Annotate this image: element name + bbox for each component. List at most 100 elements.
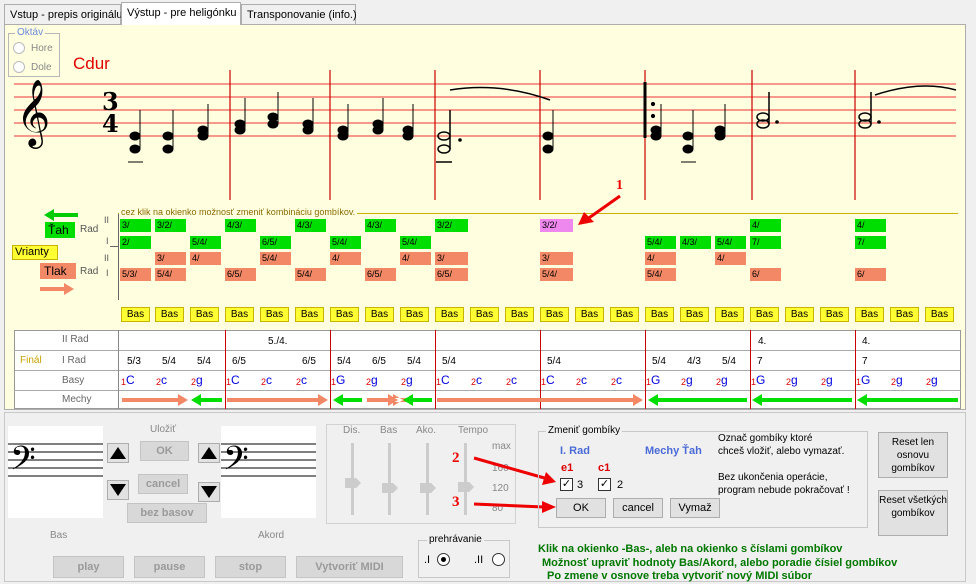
button-cell[interactable]: 4/ <box>645 252 676 265</box>
bas-button[interactable]: Bas <box>680 307 709 322</box>
bas-slider[interactable] <box>388 443 391 515</box>
reset-basic-button[interactable]: Reset len osnovu gombíkov <box>878 432 948 478</box>
bas-button[interactable]: Bas <box>365 307 394 322</box>
arrow-up-icon <box>110 447 126 459</box>
bas-button[interactable]: Bas <box>295 307 324 322</box>
button-cell[interactable]: 6/ <box>855 268 886 281</box>
zmenit-cancel-button[interactable]: cancel <box>613 498 663 518</box>
bas-button[interactable]: Bas <box>715 307 744 322</box>
akord-slider[interactable] <box>426 443 429 515</box>
button-cell[interactable]: 2/ <box>120 236 151 249</box>
button-cell[interactable]: 4/ <box>715 252 746 265</box>
bas-button[interactable]: Bas <box>540 307 569 322</box>
button-cell[interactable]: 3/ <box>120 219 151 232</box>
checkbox-3[interactable]: ✓ <box>560 478 573 491</box>
button-cell[interactable]: 7/ <box>750 236 781 249</box>
zmenit-ok-button[interactable]: OK <box>556 498 606 518</box>
bas-button[interactable]: Bas <box>190 307 219 322</box>
bas-button[interactable]: Bas <box>155 307 184 322</box>
button-cell[interactable]: 5/4/ <box>540 268 573 281</box>
tab-vstup[interactable]: Vstup - prepis originálu <box>4 4 123 24</box>
octave-title: Oktáv <box>15 27 46 38</box>
tah-label: Ťah <box>45 222 75 238</box>
bas-up-button[interactable] <box>107 443 129 463</box>
button-cell[interactable]: 3/ <box>155 252 186 265</box>
stop-button[interactable]: stop <box>215 556 286 578</box>
bas-button[interactable]: Bas <box>121 307 150 322</box>
button-cell[interactable]: 5/3/ <box>120 268 151 281</box>
button-cell[interactable]: 4/3/ <box>365 219 396 232</box>
bas-button[interactable]: Bas <box>645 307 674 322</box>
hint-text: cez klik na okienko možnosť zmeniť kombi… <box>119 207 358 217</box>
button-cell[interactable]: 3/ <box>540 252 573 265</box>
akord-down-button[interactable] <box>198 482 220 502</box>
bas-button[interactable]: Bas <box>820 307 849 322</box>
button-cell[interactable]: 5/4/ <box>645 268 676 281</box>
bas-button[interactable]: Bas <box>925 307 954 322</box>
button-cell[interactable]: 4/ <box>400 252 431 265</box>
button-cell[interactable]: 5/4/ <box>295 268 326 281</box>
bas-button[interactable]: Bas <box>330 307 359 322</box>
button-cell[interactable]: 5/4/ <box>715 236 746 249</box>
button-cell[interactable]: 5/4/ <box>155 268 186 281</box>
checkbox-2[interactable]: ✓ <box>598 478 611 491</box>
bas-down-button[interactable] <box>107 480 129 500</box>
button-cell[interactable]: 4/ <box>750 219 781 232</box>
button-cell[interactable]: 3/ <box>435 252 468 265</box>
button-cell[interactable]: 5/4/ <box>400 236 431 249</box>
bellows-arrows <box>122 394 958 406</box>
button-cell[interactable]: 4/ <box>190 252 221 265</box>
bas-button[interactable]: Bas <box>890 307 919 322</box>
button-cell[interactable]: 5/4/ <box>645 236 676 249</box>
vymaz-button[interactable]: Vymaž <box>670 498 720 518</box>
bas-button[interactable]: Bas <box>470 307 499 322</box>
bas-button[interactable]: Bas <box>785 307 814 322</box>
button-cell[interactable]: 6/5/ <box>260 236 291 249</box>
reset-all-button[interactable]: Reset všetkých gombíkov <box>878 490 948 536</box>
cancel-button-disabled[interactable]: cancel <box>138 474 188 494</box>
annotation-3: 3 <box>452 494 460 510</box>
bez-basov-button[interactable]: bez basov <box>127 503 207 523</box>
bas-button[interactable]: Bas <box>575 307 604 322</box>
button-cell[interactable]: 5/4/ <box>330 236 361 249</box>
prehravanie-radio-1[interactable] <box>437 553 450 566</box>
bas-caption: Bas <box>50 530 68 541</box>
svg-text:4: 4 <box>102 109 119 138</box>
ulozit-label: Uložiť <box>150 424 176 435</box>
button-cell[interactable]: 4/3/ <box>680 236 711 249</box>
bas-button[interactable]: Bas <box>400 307 429 322</box>
button-cell[interactable]: 6/ <box>750 268 781 281</box>
akord-caption: Akord <box>258 530 285 541</box>
bas-button[interactable]: Bas <box>855 307 884 322</box>
bas-button[interactable]: Bas <box>505 307 534 322</box>
bas-button[interactable]: Bas <box>435 307 464 322</box>
button-cell[interactable]: 3/2/ <box>435 219 468 232</box>
tab-vystup[interactable]: Výstup - pre heligónku <box>121 2 241 25</box>
button-cell[interactable]: 4/ <box>330 252 361 265</box>
button-cell[interactable]: 5/4/ <box>260 252 291 265</box>
button-cell[interactable]: 3/2/ <box>155 219 186 232</box>
bas-button[interactable]: Bas <box>260 307 289 322</box>
akord-up-button[interactable] <box>198 443 220 463</box>
button-cell[interactable]: 4/ <box>855 219 886 232</box>
button-cell[interactable]: 6/5/ <box>225 268 256 281</box>
tab-transponovanie[interactable]: Transponovanie (info.) <box>241 4 357 24</box>
ok-button-disabled[interactable]: OK <box>140 441 189 461</box>
button-cell[interactable]: 4/3/ <box>225 219 256 232</box>
bas-button[interactable]: Bas <box>750 307 779 322</box>
button-cell[interactable]: 7/ <box>855 236 886 249</box>
button-cell[interactable]: 6/5/ <box>435 268 468 281</box>
pause-button[interactable]: pause <box>134 556 205 578</box>
create-midi-button[interactable]: Vytvoriť MIDI <box>296 556 403 578</box>
button-cell[interactable]: 6/5/ <box>365 268 396 281</box>
octave-hore-radio[interactable] <box>13 42 25 54</box>
button-cell[interactable]: 5/4/ <box>190 236 221 249</box>
bas-button[interactable]: Bas <box>610 307 639 322</box>
button-cell-selected[interactable]: 3/2/ <box>540 219 573 232</box>
bas-button[interactable]: Bas <box>225 307 254 322</box>
tempo-slider[interactable] <box>464 443 467 515</box>
prehravanie-radio-2[interactable] <box>492 553 505 566</box>
button-cell[interactable]: 4/3/ <box>295 219 326 232</box>
tlak-arrow-icon <box>40 282 76 299</box>
play-button[interactable]: play <box>53 556 124 578</box>
